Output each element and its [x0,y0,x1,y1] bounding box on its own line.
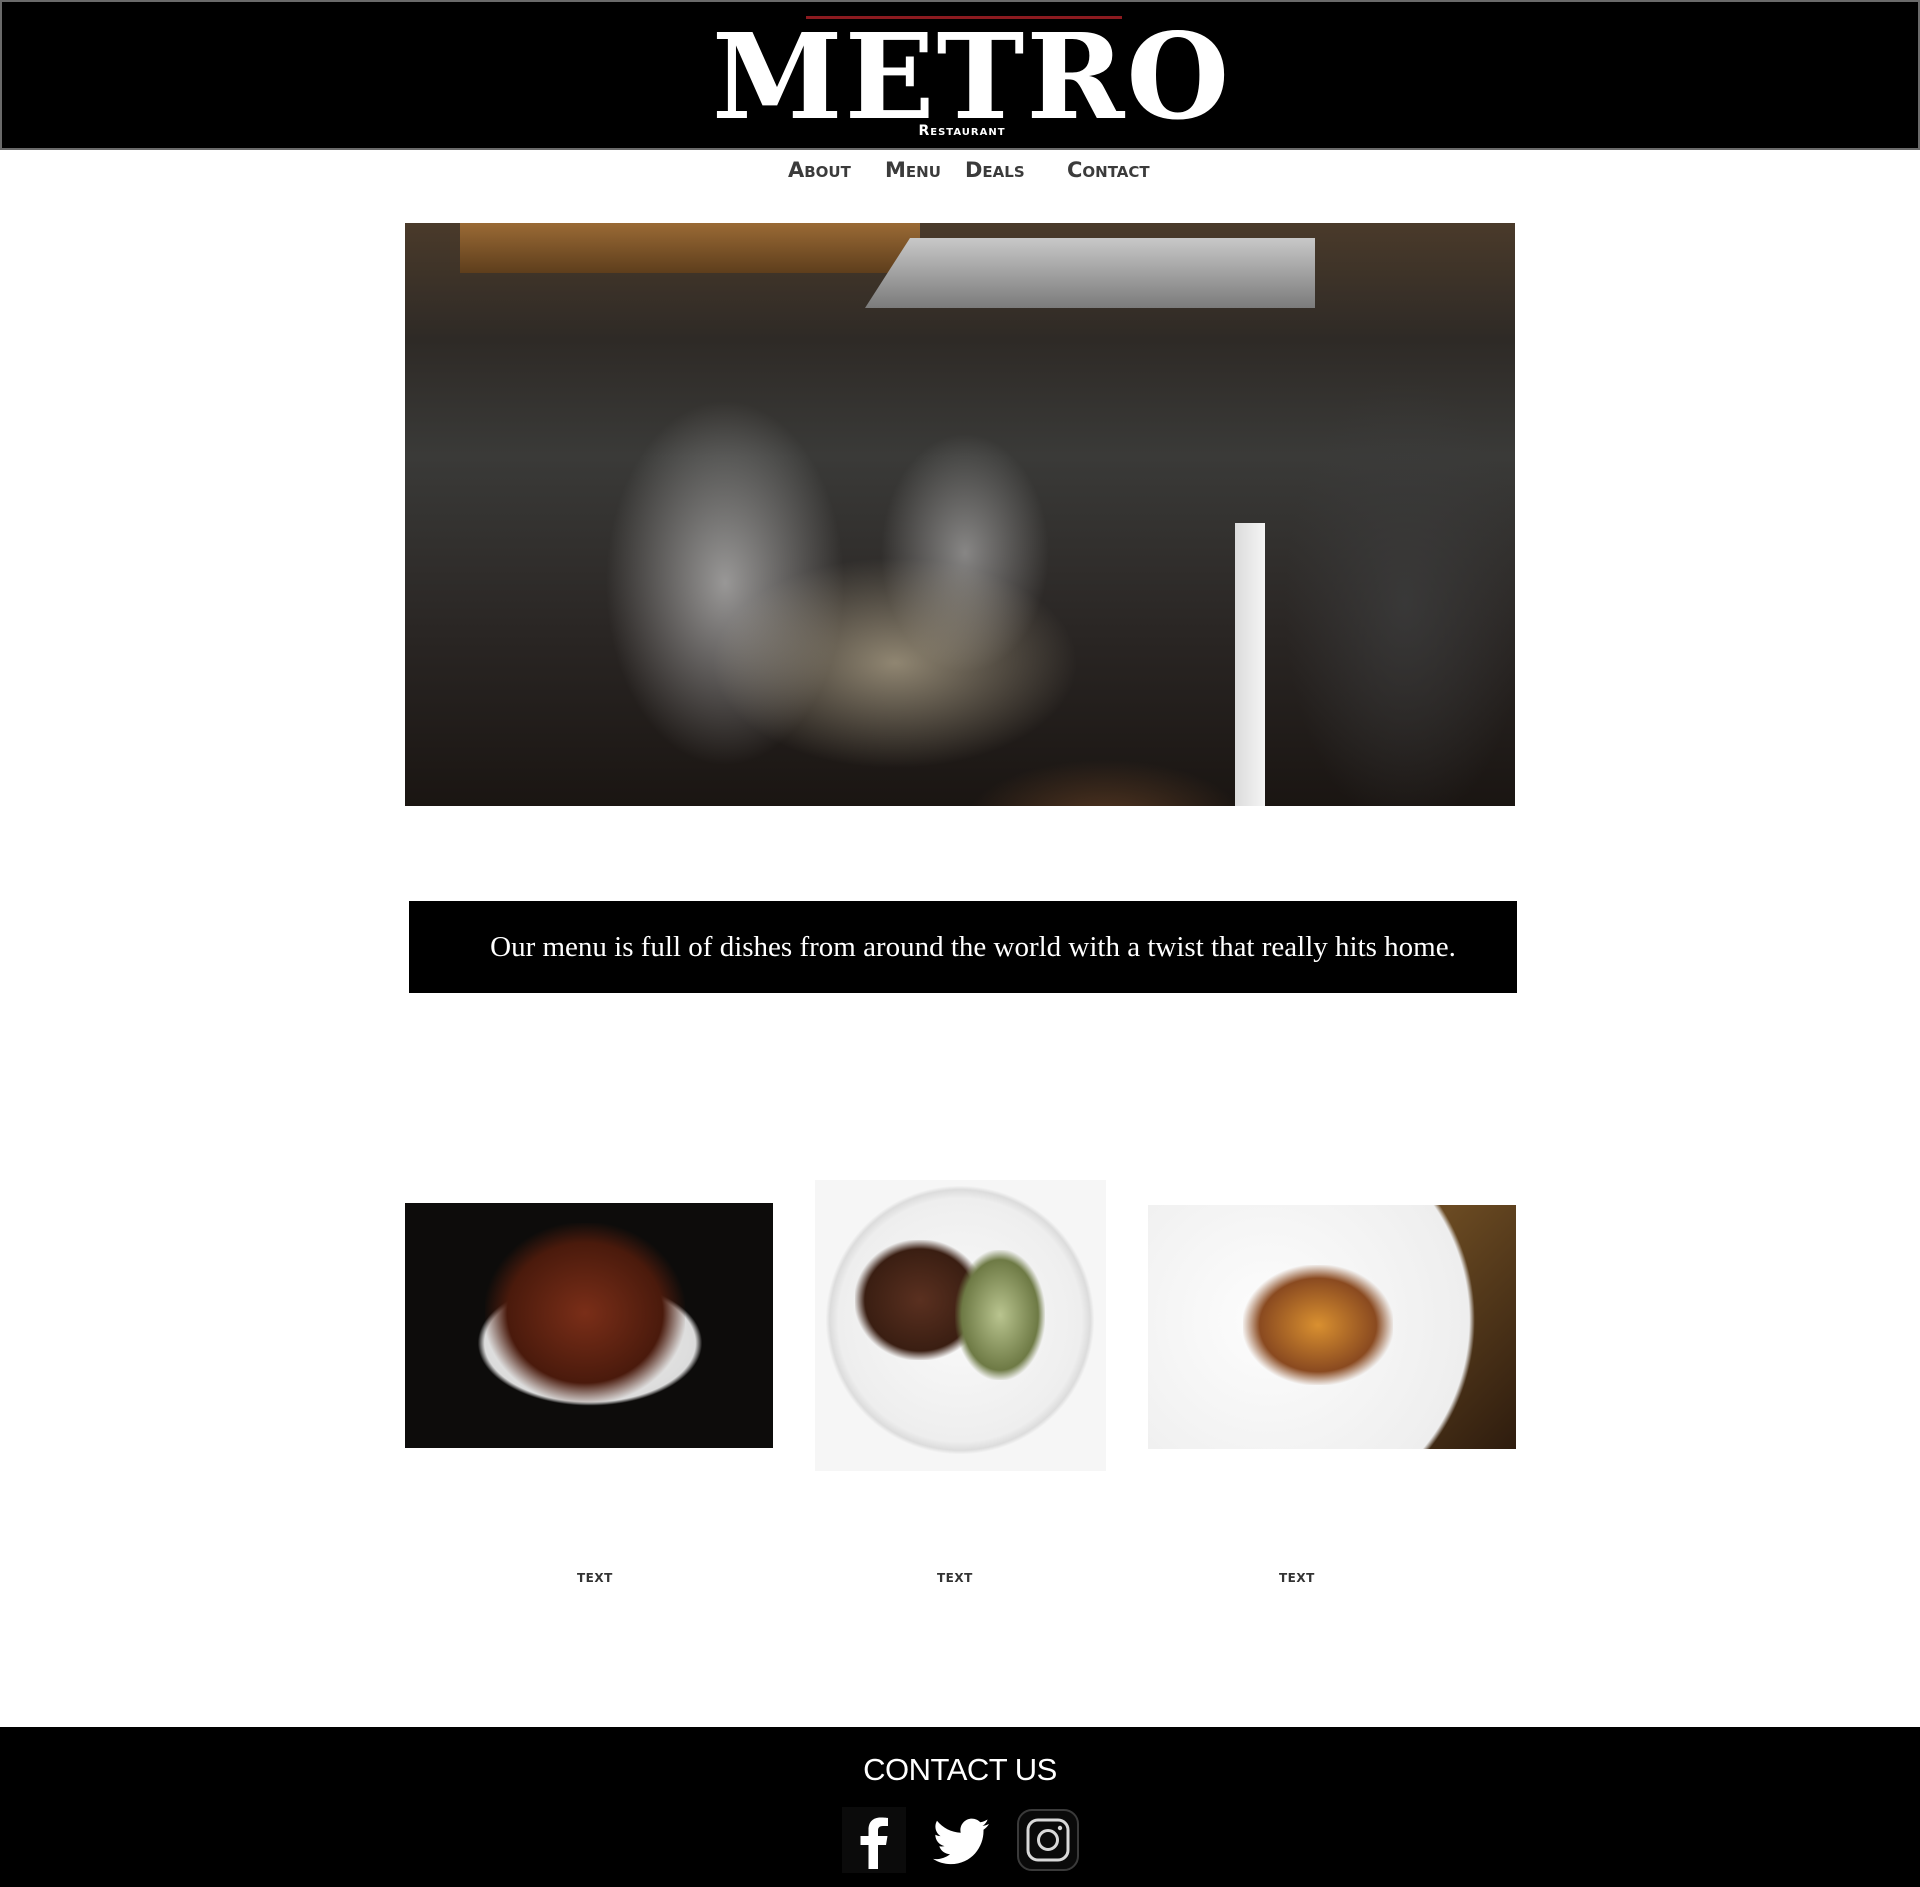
dish-caption-1: text [577,1567,613,1587]
dish-photo-wings [405,1203,773,1448]
dish-food [1243,1265,1393,1385]
tagline-text: Our menu is full of dishes from around t… [490,930,1456,963]
twitter-icon[interactable] [929,1807,993,1873]
main-nav: About Menu Deals Contact [0,158,1920,188]
hero-vent-hood [865,238,1315,308]
facebook-glyph [842,1807,906,1873]
facebook-icon[interactable] [842,1807,906,1873]
dish-food [955,1250,1045,1380]
nav-deals[interactable]: Deals [965,158,1025,182]
nav-about[interactable]: About [788,158,851,182]
logo-subtitle: Restaurant [918,123,1006,139]
instagram-icon[interactable] [1016,1807,1080,1873]
hero-wood-beam [460,223,920,273]
hero-kitchen-photo [405,223,1515,806]
dish-food [485,1223,685,1403]
site-header: METRO Restaurant [0,0,1920,150]
dish-photo-plated [1148,1205,1516,1449]
instagram-glyph [1017,1809,1079,1871]
nav-menu[interactable]: Menu [885,158,941,182]
hero-counter [1235,523,1265,806]
tagline-banner: Our menu is full of dishes from around t… [409,901,1517,993]
site-footer: CONTACT US [0,1727,1920,1887]
dish-caption-2: text [937,1567,973,1587]
dish-caption-3: text [1279,1567,1315,1587]
nav-contact[interactable]: Contact [1067,158,1150,182]
footer-title: CONTACT US [863,1752,1057,1787]
twitter-glyph [929,1807,993,1873]
dish-photo-steak [815,1180,1106,1471]
